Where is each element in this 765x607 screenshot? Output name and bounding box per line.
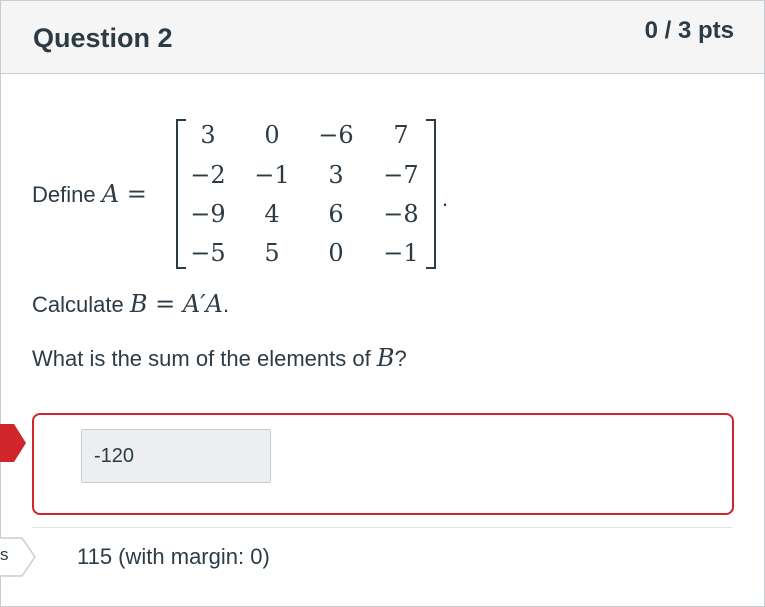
matrix-cell: −1 [383, 239, 419, 267]
calculate-prefix: Calculate [32, 292, 130, 317]
calculate-variable-b: B [129, 290, 148, 318]
define-statement: Define A = [32, 180, 147, 208]
matrix-a: 3 0 −6 7 −2 −1 3 −7 −9 4 6 −8 −5 5 0 −1 [176, 119, 436, 269]
calculate-expression: A′A [182, 290, 223, 318]
sum-question: What is the sum of the elements of B? [32, 344, 407, 372]
matrix-cell: 3 [328, 161, 344, 189]
matrix-cell: −2 [190, 161, 226, 189]
matrix-cell: 5 [264, 239, 280, 267]
question-header: Question 2 0 / 3 pts [1, 1, 764, 74]
sum-prefix: What is the sum of the elements of [32, 346, 377, 371]
answer-input[interactable]: -120 [81, 429, 271, 483]
calculate-statement: Calculate B = A′A. [32, 290, 229, 318]
matrix-period: . [442, 186, 449, 211]
calculate-equals: = [147, 290, 183, 318]
matrix-cell: −1 [254, 161, 290, 189]
matrix-cell: −5 [190, 239, 226, 267]
define-equals: = [119, 180, 147, 208]
matrix-cell: −8 [383, 200, 419, 228]
define-variable: A [101, 180, 120, 208]
matrix-cell: 7 [393, 121, 409, 149]
matrix-cell: −9 [190, 200, 226, 228]
sum-suffix: ? [394, 346, 407, 371]
incorrect-answer-flag-icon [0, 424, 26, 462]
correct-answer-flag-label: s [0, 545, 9, 564]
correct-answer-text: 115 (with margin: 0) [77, 544, 270, 569]
question-title: Question 2 [33, 23, 173, 53]
matrix-cell: 0 [264, 121, 280, 149]
calculate-suffix: . [222, 292, 230, 317]
matrix-cell: −7 [383, 161, 419, 189]
answer-divider [32, 527, 732, 528]
matrix-cell: 6 [328, 200, 344, 228]
question-points: 0 / 3 pts [644, 17, 734, 44]
matrix-cell: 0 [328, 239, 344, 267]
matrix-cell: 4 [264, 200, 280, 228]
matrix-cell: 3 [200, 121, 216, 149]
answer-box: -120 [32, 413, 734, 515]
define-prefix: Define [32, 182, 102, 207]
matrix-cell: −6 [318, 121, 354, 149]
sum-variable: B [376, 344, 395, 372]
